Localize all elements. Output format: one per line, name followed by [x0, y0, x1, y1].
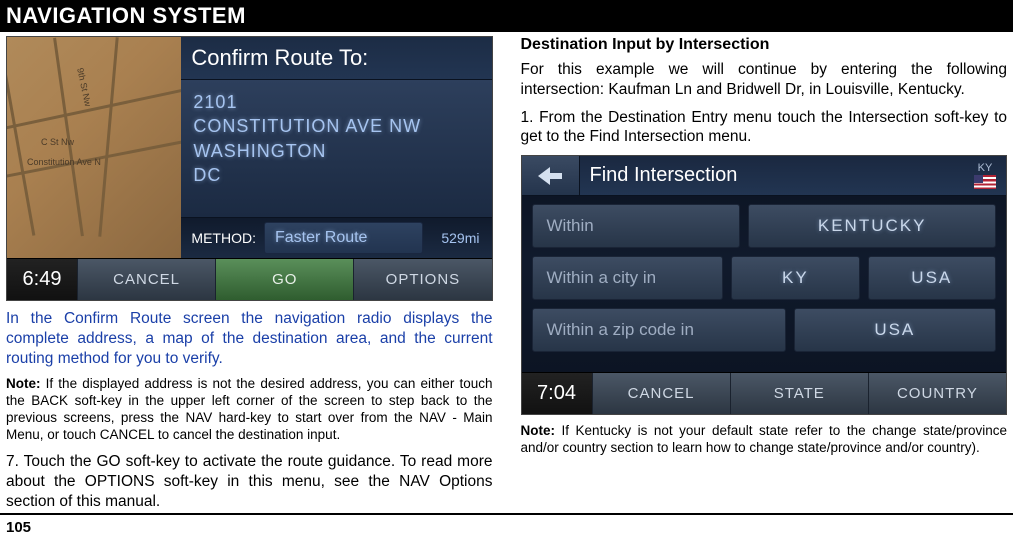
within-label: Within: [532, 204, 741, 248]
note-paragraph: Note: If Kentucky is not your default st…: [521, 423, 1008, 457]
route-distance: 529mi: [429, 230, 491, 246]
section-subhead: Destination Input by Intersection: [521, 36, 1008, 54]
method-label: METHOD:: [181, 223, 264, 253]
within-zip-country-button[interactable]: USA: [794, 308, 996, 352]
address-state: DC: [193, 163, 479, 187]
go-button[interactable]: GO: [215, 259, 353, 300]
find-intersection-screenshot: Find Intersection KY Within KENTUCKY Wit…: [521, 155, 1008, 415]
region-indicator: KY: [974, 162, 1006, 189]
page-header: NAVIGATION SYSTEM: [0, 0, 1013, 32]
within-zip-label: Within a zip code in: [532, 308, 786, 352]
paragraph: For this example we will continue by ent…: [521, 60, 1008, 100]
within-city-state-button[interactable]: KY: [731, 256, 859, 300]
confirm-route-screenshot: C St Nw Constitution Ave N 9th St Nw Con…: [6, 36, 493, 301]
address-city: WASHINGTON: [193, 139, 479, 163]
paragraph: In the Confirm Route screen the navigati…: [6, 309, 493, 368]
right-column: Destination Input by Intersection For th…: [521, 36, 1008, 511]
within-city-country-button[interactable]: USA: [868, 256, 996, 300]
note-label: Note:: [521, 423, 556, 438]
map-street-label: C St Nw: [41, 137, 74, 147]
clock-time: 6:49: [7, 259, 77, 300]
map-street-label: 9th St Nw: [75, 67, 93, 107]
paragraph: 7. Touch the GO soft-key to activate the…: [6, 452, 493, 511]
page-number: 105: [0, 515, 1013, 540]
address-number: 2101: [193, 90, 479, 114]
address-line: CONSTITUTION AVE NW: [193, 114, 479, 138]
us-flag-icon: [974, 175, 996, 189]
cancel-button[interactable]: CANCEL: [592, 373, 730, 414]
paragraph: 1. From the Destination Entry menu touch…: [521, 108, 1008, 148]
confirm-route-title: Confirm Route To:: [181, 37, 491, 80]
note-text: If the displayed address is not the desi…: [6, 376, 493, 442]
confirm-route-map: C St Nw Constitution Ave N 9th St Nw: [7, 37, 181, 258]
map-street-label: Constitution Ave N: [27, 157, 101, 167]
find-intersection-title: Find Intersection: [580, 164, 975, 187]
page-content: C St Nw Constitution Ave N 9th St Nw Con…: [0, 32, 1013, 511]
confirm-route-address: 2101 CONSTITUTION AVE NW WASHINGTON DC: [181, 80, 491, 217]
within-city-label: Within a city in: [532, 256, 724, 300]
note-text: If Kentucky is not your default state re…: [521, 423, 1008, 455]
state-button[interactable]: STATE: [730, 373, 868, 414]
back-arrow-icon: [538, 167, 562, 185]
method-value[interactable]: Faster Route: [264, 222, 423, 254]
clock-time: 7:04: [522, 373, 592, 414]
state-abbr: KY: [978, 162, 993, 174]
back-button[interactable]: [522, 156, 580, 195]
note-paragraph: Note: If the displayed address is not th…: [6, 376, 493, 444]
note-label: Note:: [6, 376, 41, 391]
options-button[interactable]: OPTIONS: [353, 259, 491, 300]
country-button[interactable]: COUNTRY: [868, 373, 1006, 414]
page-footer: 105: [0, 513, 1013, 540]
cancel-button[interactable]: CANCEL: [77, 259, 215, 300]
within-state-button[interactable]: KENTUCKY: [748, 204, 996, 248]
left-column: C St Nw Constitution Ave N 9th St Nw Con…: [6, 36, 493, 511]
